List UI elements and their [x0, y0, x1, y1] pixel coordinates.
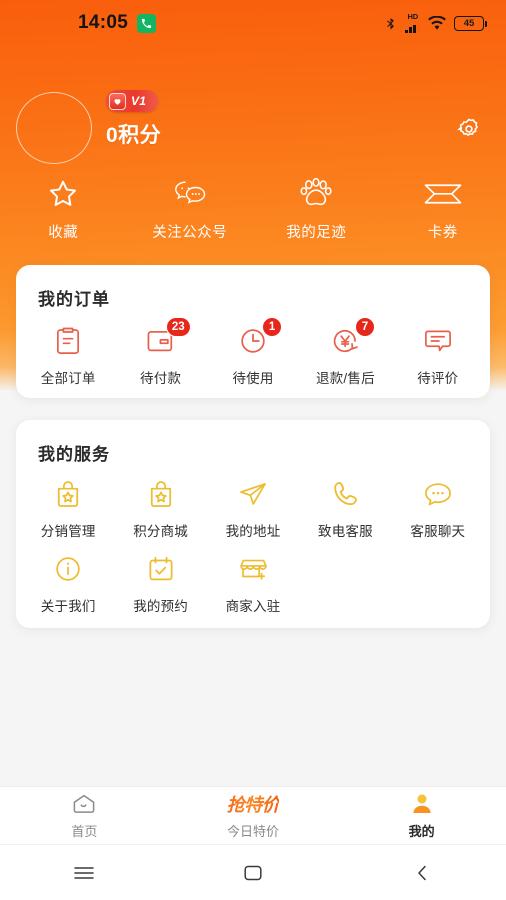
- chat-dots-icon: [422, 477, 454, 511]
- services-spacer-1: [299, 552, 391, 615]
- clipboard-icon: [54, 324, 82, 358]
- status-time: 14:05: [78, 12, 129, 33]
- order-item-label: 待使用: [232, 371, 274, 386]
- service-item-call-support[interactable]: 致电客服: [299, 477, 391, 540]
- profile-section: V1 0积分: [0, 90, 506, 168]
- battery-level: 45: [463, 17, 475, 29]
- service-item-label: 我的地址: [225, 524, 281, 539]
- phone-screen: 14:05 HD 45 V1 0积分 收藏 关注公众号 我的足迹 卡券 我的订单…: [0, 0, 506, 900]
- order-item-label: 待评价: [417, 371, 459, 386]
- service-item-chat-support[interactable]: 客服聊天: [392, 477, 484, 540]
- service-item-label: 分销管理: [40, 524, 96, 539]
- square-icon[interactable]: [169, 863, 338, 883]
- phone-handset-icon: [331, 477, 359, 511]
- services-row-1: 分销管理 积分商城 我的地址 致电客服 客服聊天: [16, 465, 490, 540]
- tab-home[interactable]: 首页: [0, 791, 169, 840]
- status-bar: 14:05 HD 45: [0, 0, 506, 46]
- orders-grid: 全部订单 23 待付款 1 待使用 7 退款/售后 待评价: [16, 310, 490, 387]
- service-item-label: 致电客服: [318, 524, 373, 539]
- services-spacer-2: [392, 552, 484, 615]
- orders-card-title: 我的订单: [38, 290, 110, 309]
- service-item-label: 关于我们: [40, 599, 96, 614]
- order-badge: 23: [165, 317, 191, 337]
- info-circle-icon: [53, 552, 83, 586]
- signal-bars-icon: HD: [405, 13, 420, 33]
- home-icon: [71, 791, 97, 817]
- network-type-label: HD: [407, 12, 419, 22]
- order-item-all[interactable]: 全部订单: [22, 324, 114, 387]
- service-item-appointments[interactable]: 我的预约: [114, 552, 206, 615]
- status-bar-right: HD 45: [384, 13, 488, 33]
- order-item-unpaid[interactable]: 23 待付款: [114, 317, 206, 387]
- service-item-label: 客服聊天: [410, 524, 466, 539]
- person-icon: [410, 791, 434, 817]
- order-badge: 1: [262, 317, 283, 337]
- orders-card: 我的订单 全部订单 23 待付款 1 待使用 7 退款/售后 待评价: [16, 265, 490, 398]
- services-row-2: 关于我们 我的预约 商家入驻: [16, 540, 490, 615]
- gear-icon[interactable]: [456, 116, 482, 142]
- service-item-distribution[interactable]: 分销管理: [22, 477, 114, 540]
- order-item-review[interactable]: 待评价: [392, 324, 484, 387]
- avatar[interactable]: [16, 92, 92, 164]
- status-bar-left: 14:05: [78, 12, 157, 34]
- ticket-icon: [423, 176, 463, 212]
- quick-action-label: 关注公众号: [152, 225, 228, 241]
- qiangtejia-logo: 抢特价: [227, 791, 280, 817]
- tab-label: 我的: [408, 824, 435, 839]
- quick-action-coupons[interactable]: 卡券: [380, 176, 506, 242]
- order-item-refund[interactable]: 7 退款/售后: [299, 317, 391, 387]
- order-item-label: 全部订单: [40, 371, 96, 386]
- wifi-icon: [428, 16, 446, 30]
- battery-indicator: 45: [454, 15, 488, 31]
- service-item-merchant-onboarding[interactable]: 商家入驻: [207, 552, 299, 615]
- quick-action-label: 我的足迹: [286, 225, 347, 241]
- logo-text: 抢特价: [227, 791, 280, 817]
- paw-icon: [298, 176, 334, 212]
- bottom-tab-bar: 首页 抢特价 今日特价 我的: [0, 786, 506, 844]
- services-card-title: 我的服务: [38, 445, 110, 464]
- quick-actions-row: 收藏 关注公众号 我的足迹 卡券: [0, 176, 506, 242]
- calendar-check-icon: [146, 552, 176, 586]
- level-badge-label: V1: [131, 94, 147, 108]
- clock-icon: 1: [238, 317, 283, 358]
- quick-action-favorites[interactable]: 收藏: [0, 176, 127, 242]
- chat-bubbles-icon: [172, 176, 208, 212]
- paper-plane-icon: [237, 477, 269, 511]
- quick-action-label: 收藏: [48, 225, 79, 241]
- refund-yuan-icon: 7: [330, 317, 375, 358]
- order-item-pending-use[interactable]: 1 待使用: [207, 317, 299, 387]
- bluetooth-icon: [387, 17, 395, 29]
- menu-icon[interactable]: [0, 864, 169, 882]
- phone-icon: [137, 13, 157, 33]
- quick-action-footprints[interactable]: 我的足迹: [253, 176, 380, 242]
- service-item-about-us[interactable]: 关于我们: [22, 552, 114, 615]
- wallet-icon: 23: [145, 317, 191, 358]
- quick-action-follow-official-account[interactable]: 关注公众号: [127, 176, 254, 242]
- order-badge: 7: [354, 317, 375, 337]
- android-nav-bar: [0, 844, 506, 900]
- service-item-label: 积分商城: [133, 524, 189, 539]
- chevron-left-icon[interactable]: [337, 863, 506, 883]
- storefront-plus-icon: [237, 552, 270, 586]
- points-value: 0积分: [106, 124, 162, 147]
- order-item-label: 待付款: [140, 371, 182, 386]
- tab-label: 今日特价: [227, 824, 280, 839]
- quick-action-label: 卡券: [427, 225, 458, 241]
- tab-daily-deals[interactable]: 抢特价 今日特价: [169, 791, 338, 840]
- heart-shield-icon: [109, 92, 126, 110]
- star-icon: [46, 176, 80, 212]
- tab-mine[interactable]: 我的: [337, 791, 506, 840]
- bag-star-icon: [54, 477, 82, 511]
- service-item-label: 商家入驻: [225, 599, 281, 614]
- service-item-points-mall[interactable]: 积分商城: [114, 477, 206, 540]
- profile-info: V1 0积分: [106, 90, 161, 149]
- tab-label: 首页: [71, 824, 98, 839]
- order-item-label: 退款/售后: [316, 371, 375, 386]
- bag-star-icon: [147, 477, 175, 511]
- services-card: 我的服务 分销管理 积分商城 我的地址 致电客服 客服聊天 关于我们 我的预约 …: [16, 420, 490, 628]
- comment-icon: [422, 324, 454, 358]
- service-item-label: 我的预约: [133, 599, 189, 614]
- service-item-address[interactable]: 我的地址: [207, 477, 299, 540]
- level-badge[interactable]: V1: [106, 90, 159, 112]
